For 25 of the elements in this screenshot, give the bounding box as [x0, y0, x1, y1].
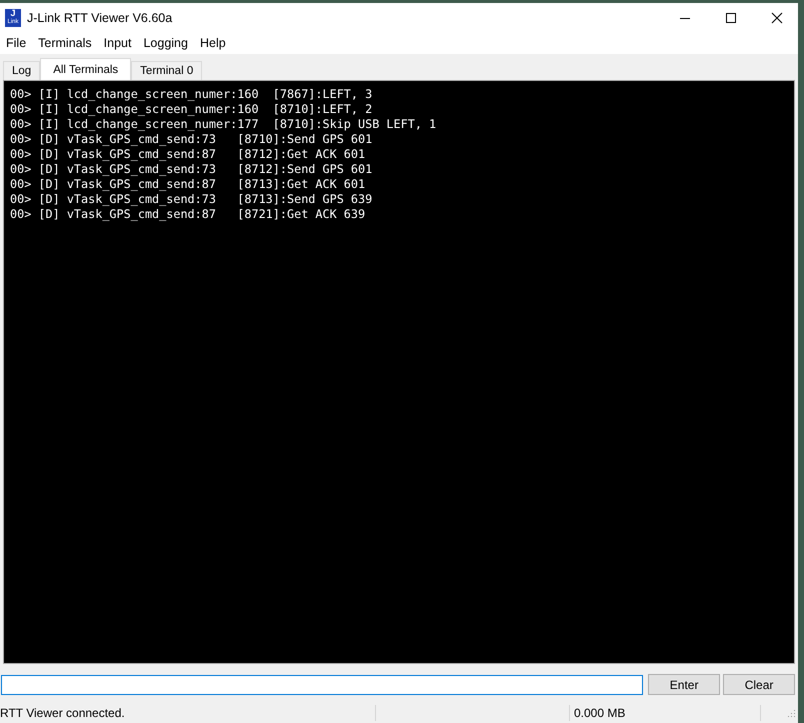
input-field[interactable] [1, 674, 644, 694]
menu-item[interactable]: Logging [137, 36, 194, 50]
action-button[interactable]: Enter [648, 674, 720, 695]
terminal-line: 00> [D] vTask_GPS_cmd_send:87 [8712]:Get ACK 601 [10, 147, 366, 162]
terminal-line: 00> [D] vTask_GPS_cmd_send:73 [8712]:Send GPS 601 [10, 162, 374, 177]
action-button[interactable]: Clear [723, 674, 795, 695]
terminal-line: 00> [I] lcd_change_screen_numer:160 [8710]:LEFT, 2 [10, 102, 374, 117]
maximize-icon[interactable] [725, 12, 737, 24]
window-title: J-Link RTT Viewer V6.60a [27, 10, 172, 24]
tab[interactable]: Log [3, 61, 40, 80]
terminal-line: 00> [D] vTask_GPS_cmd_send:73 [8713]:Send GPS 639 [10, 192, 374, 207]
menu-item[interactable]: Input [98, 36, 138, 50]
menu-item[interactable]: Help [194, 36, 232, 50]
close-icon[interactable] [771, 12, 783, 24]
menu-item[interactable]: Terminals [32, 36, 98, 50]
status-size: 0.000 MB [573, 706, 626, 720]
terminal-line: 00> [I] lcd_change_screen_numer:177 [8710]:Skip USB LEFT, 1 [10, 117, 438, 132]
menu-item[interactable]: File [0, 36, 32, 50]
status-message: RTT Viewer connected. [0, 706, 126, 720]
terminal-line: 00> [D] vTask_GPS_cmd_send:87 [8721]:Get ACK 639 [10, 207, 366, 222]
tab[interactable]: Terminal 0 [131, 61, 202, 80]
terminal-line: 00> [D] vTask_GPS_cmd_send:87 [8713]:Get ACK 601 [10, 177, 366, 192]
tab[interactable]: All Terminals [40, 58, 132, 80]
terminal-line: 00> [I] lcd_change_screen_numer:160 [7867]:LEFT, 3 [10, 87, 374, 102]
terminal-line: 00> [D] vTask_GPS_cmd_send:73 [8710]:Send GPS 601 [10, 132, 374, 147]
